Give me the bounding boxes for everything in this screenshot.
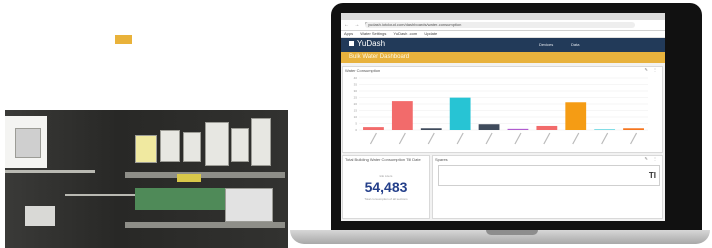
x-tick-label	[398, 132, 406, 145]
x-tick-label	[514, 132, 522, 145]
bookmark-apps[interactable]: Apps	[344, 31, 353, 36]
chart-widget-title: Water Consumption	[345, 68, 381, 73]
url-input[interactable]: yudash.iotcloud.com/dashboards/water-con…	[365, 22, 635, 28]
browser-tab-strip[interactable]	[341, 13, 665, 20]
y-tick-label: 15	[354, 109, 358, 113]
y-tick-label: 30	[354, 89, 358, 93]
x-tick-label	[630, 132, 638, 145]
nav-devices[interactable]: Devices	[539, 42, 553, 47]
total-widget-title: Total Building Water Consumption Till Da…	[345, 157, 421, 162]
chart-bar[interactable]	[623, 128, 644, 130]
bookmark-yudash[interactable]: YuDash .com	[393, 31, 417, 36]
control-panel-photo	[5, 110, 288, 248]
y-tick-label: 25	[354, 96, 358, 100]
chart-bar[interactable]	[363, 127, 384, 130]
page-title-bar: Bulk Water Dashboard	[341, 52, 665, 63]
chart-bar[interactable]	[507, 128, 529, 130]
x-tick-label	[543, 132, 551, 145]
y-tick-label: 10	[354, 115, 358, 119]
chart-bar[interactable]	[594, 129, 616, 130]
total-value: 54,483	[364, 179, 408, 195]
water-consumption-widget: Water Consumption ✎ ⋮ 40 35 30 25 20 15 10 5 0	[342, 66, 663, 153]
chart-bar[interactable]	[565, 102, 587, 130]
spares-widget-title: Spares	[435, 157, 448, 162]
bar-chart: 40 35 30 25 20 15 10 5 0	[354, 76, 648, 145]
x-tick-label	[456, 132, 464, 145]
chart-bar[interactable]	[536, 125, 558, 130]
decorative-yellow-mark	[115, 35, 132, 44]
yudash-logo-icon	[349, 41, 354, 46]
x-tick-label	[601, 132, 609, 145]
x-tick-label	[485, 132, 493, 145]
total-caption: kilo Liters	[379, 174, 393, 178]
app-header: YuDash Devices Data	[341, 38, 665, 52]
chart-bar[interactable]	[449, 97, 471, 130]
y-tick-label: 35	[354, 83, 358, 87]
spares-widget-tools-icon[interactable]: ✎ ⋮	[645, 156, 659, 161]
total-subtitle: Total consumption of all sections	[364, 197, 408, 201]
spares-truncated-text: TI	[648, 171, 656, 180]
app-title[interactable]: YuDash	[357, 39, 385, 48]
x-tick-label	[572, 132, 580, 145]
bookmark-update[interactable]: Update	[424, 31, 437, 36]
spares-display: TI	[438, 165, 660, 186]
x-tick-label	[369, 132, 377, 145]
y-tick-label: 20	[354, 102, 358, 106]
chart-widget-tools-icon[interactable]: ✎ ⋮	[645, 67, 659, 72]
bookmarks-bar: Apps Water Settings YuDash .com Update	[341, 31, 665, 38]
bookmark-water-settings[interactable]: Water Settings	[360, 31, 386, 36]
browser-address-bar: ← → C yudash.iotcloud.com/dashboards/wat…	[341, 20, 665, 31]
chart-bar[interactable]	[478, 124, 500, 130]
laptop-notch	[486, 230, 538, 235]
chart-bar[interactable]	[391, 101, 413, 130]
laptop-screen: ← → C yudash.iotcloud.com/dashboards/wat…	[341, 13, 665, 221]
y-tick-label: 0	[355, 128, 357, 132]
page-title: Bulk Water Dashboard	[349, 54, 410, 60]
y-tick-label: 5	[355, 122, 357, 126]
spares-widget: Spares ✎ ⋮ TI	[432, 155, 663, 219]
x-tick-label	[427, 132, 435, 145]
chart-bar[interactable]	[420, 128, 442, 130]
y-tick-label: 40	[354, 76, 358, 80]
total-consumption-widget: Total Building Water Consumption Till Da…	[342, 155, 430, 219]
nav-data[interactable]: Data	[571, 42, 579, 47]
